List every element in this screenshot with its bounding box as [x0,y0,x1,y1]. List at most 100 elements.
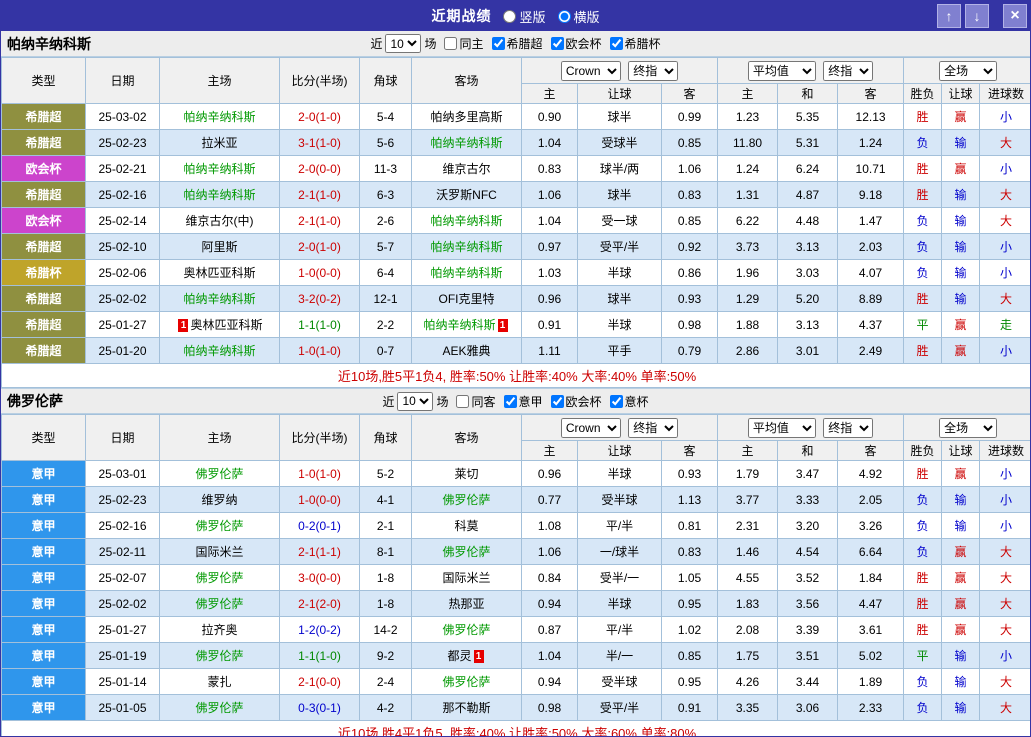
bookmaker-select[interactable]: Crown [561,61,621,81]
away-team-cell: 那不勒斯 [412,695,522,721]
team-name: 蒙扎 [207,675,231,689]
final-odds-select[interactable]: 终指 [628,61,678,81]
same-home-filter[interactable]: 同主 [444,35,483,52]
team-name: OFI克里特 [439,292,495,306]
corners: 2-4 [360,669,412,695]
team-name: 佛罗伦萨 [442,493,490,507]
fullmatch-select[interactable]: 全场 [939,61,997,81]
close-button[interactable]: × [1003,4,1027,28]
away-team-cell: 帕纳多里高斯 [412,104,522,130]
conference-league-filter[interactable]: 欧会杯 [551,393,602,410]
result-winlose: 胜 [904,461,942,487]
match-row: 欧会杯25-02-14维京古尔(中)2-1(1-0)2-6帕纳辛纳科斯1.04受… [2,208,1031,234]
team-name: 帕纳辛纳科斯 [430,240,502,254]
final-odds-select-2[interactable]: 终指 [823,418,873,438]
match-score: 2-1(1-0) [280,208,360,234]
avg-away-odds: 10.71 [838,156,904,182]
sub-header-avg-home: 主 [718,84,778,104]
home-team-cell: 国际米兰 [160,539,280,565]
league-badge: 希腊超 [2,286,86,312]
corners: 5-4 [360,104,412,130]
avg-away-odds: 4.37 [838,312,904,338]
crown-handicap: 半球 [578,312,662,338]
match-row: 希腊杯25-02-06奥林匹亚科斯1-0(0-0)6-4帕纳辛纳科斯1.03半球… [2,260,1031,286]
avg-away-odds: 1.47 [838,208,904,234]
scroll-up-button[interactable]: ↑ [937,4,961,28]
away-team-cell: 佛罗伦萨 [412,669,522,695]
avg-away-odds: 8.89 [838,286,904,312]
conference-league-filter[interactable]: 欧会杯 [551,35,602,52]
crown-away-odds: 0.85 [662,208,718,234]
team-name: 拉米亚 [201,136,237,150]
crown-handicap: 一/球半 [578,539,662,565]
result-handicap: 输 [942,643,980,669]
result-goals: 走 [980,312,1031,338]
crown-away-odds: 1.02 [662,617,718,643]
same-home-checkbox[interactable] [444,37,457,50]
avg-away-odds: 4.07 [838,260,904,286]
vertical-radio[interactable] [503,10,516,23]
avg-home-odds: 1.46 [718,539,778,565]
match-date: 25-02-23 [86,130,160,156]
bookmaker-select[interactable]: Crown [561,418,621,438]
match-score: 1-2(0-2) [280,617,360,643]
crown-home-odds: 1.03 [522,260,578,286]
same-away-checkbox[interactable] [456,395,469,408]
match-row: 希腊超25-02-02帕纳辛纳科斯3-2(0-2)12-1OFI克里特0.96球… [2,286,1031,312]
result-winlose: 负 [904,260,942,286]
match-row: 希腊超25-03-02帕纳辛纳科斯2-0(1-0)5-4帕纳多里高斯0.90球半… [2,104,1031,130]
match-score: 2-1(1-1) [280,539,360,565]
match-count-select[interactable]: 10 [397,392,433,411]
crown-home-odds: 0.83 [522,156,578,182]
crown-home-odds: 0.87 [522,617,578,643]
team-name-heading: 帕纳辛纳科斯 [7,34,91,54]
recent-results-window: 近期战绩 竖版 横版 ↑ ↓ × 帕纳辛纳科斯 近 10 场 同主 希腊超 欧会… [0,0,1031,737]
sub-header-crown-handicap: 让球 [578,441,662,461]
page-title: 近期战绩 [431,6,491,26]
italy-cup-filter[interactable]: 意杯 [610,393,649,410]
result-goals: 小 [980,487,1031,513]
team-name: 佛罗伦萨 [442,545,490,559]
greek-cup-checkbox[interactable] [610,37,623,50]
fullmatch-select[interactable]: 全场 [939,418,997,438]
corners: 1-8 [360,565,412,591]
sub-header-avg-draw: 和 [778,441,838,461]
greek-superleague-checkbox[interactable] [492,37,505,50]
match-count-select[interactable]: 10 [385,34,421,53]
conference-league-checkbox[interactable] [551,37,564,50]
conference-league-checkbox[interactable] [551,395,564,408]
scroll-down-button[interactable]: ↓ [965,4,989,28]
layout-horizontal-option[interactable]: 横版 [558,7,600,26]
team-name: 奥林匹亚科斯 [190,318,262,332]
same-away-filter[interactable]: 同客 [456,393,495,410]
final-odds-select[interactable]: 终指 [628,418,678,438]
greek-superleague-filter[interactable]: 希腊超 [492,35,543,52]
sub-header-crown-home: 主 [522,441,578,461]
crown-handicap: 球半 [578,104,662,130]
serie-a-checkbox[interactable] [504,395,517,408]
greek-cup-filter[interactable]: 希腊杯 [610,35,661,52]
result-goals: 大 [980,130,1031,156]
avg-draw-odds: 3.39 [778,617,838,643]
away-team-cell: 都灵1 [412,643,522,669]
away-team-cell: 佛罗伦萨 [412,487,522,513]
italy-cup-checkbox[interactable] [610,395,623,408]
result-handicap: 输 [942,208,980,234]
match-date: 25-02-07 [86,565,160,591]
home-team-cell: 帕纳辛纳科斯 [160,182,280,208]
crown-away-odds: 0.83 [662,539,718,565]
average-odds-group: 平均值 终指 [718,415,904,441]
avg-home-odds: 2.31 [718,513,778,539]
layout-vertical-option[interactable]: 竖版 [503,7,545,26]
league-badge: 意甲 [2,695,86,721]
final-odds-select-2[interactable]: 终指 [823,61,873,81]
average-select[interactable]: 平均值 [748,418,816,438]
league-badge: 希腊超 [2,312,86,338]
average-select[interactable]: 平均值 [748,61,816,81]
match-row: 意甲25-01-27拉齐奥1-2(0-2)14-2佛罗伦萨0.87平/半1.02… [2,617,1031,643]
result-handicap: 赢 [942,104,980,130]
near-label: 近 [382,393,394,410]
horizontal-radio[interactable] [558,10,571,23]
serie-a-filter[interactable]: 意甲 [504,393,543,410]
summary-row: 近10场,胜4平1负5, 胜率:40% 让胜率:50% 大率:60% 单率:80… [2,721,1031,737]
